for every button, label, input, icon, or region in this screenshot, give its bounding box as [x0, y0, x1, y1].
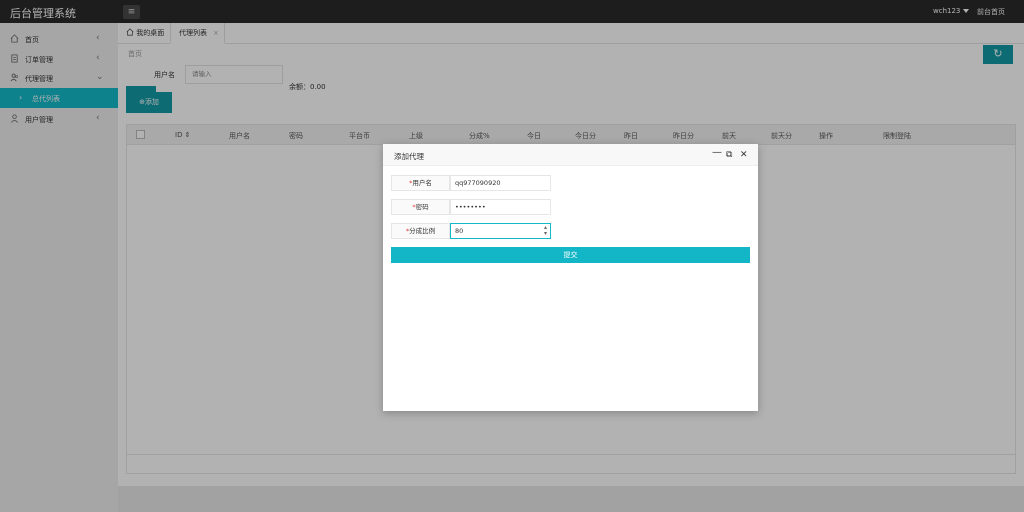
username-label: *用户名: [391, 175, 450, 191]
add-agent-dialog: 添加代理 — ⧉ ✕ *用户名 qq977090920 *密码 ••••••••…: [383, 144, 758, 411]
dialog-header: 添加代理 — ⧉ ✕: [383, 144, 758, 166]
maximize-icon[interactable]: ⧉: [726, 150, 732, 160]
password-label: *密码: [391, 199, 450, 215]
password-field[interactable]: ••••••••: [450, 199, 551, 215]
ratio-label: *分成比例: [391, 223, 450, 239]
stepper-arrows-icon[interactable]: ▴ ▾: [544, 225, 547, 237]
submit-button[interactable]: 提交: [391, 247, 750, 263]
ratio-value: 80: [455, 227, 464, 235]
dialog-title: 添加代理: [394, 152, 424, 161]
close-icon[interactable]: ✕: [740, 150, 748, 160]
ratio-stepper[interactable]: 80 ▴ ▾: [450, 223, 551, 239]
username-field[interactable]: qq977090920: [450, 175, 551, 191]
minimize-icon[interactable]: —: [712, 148, 722, 158]
